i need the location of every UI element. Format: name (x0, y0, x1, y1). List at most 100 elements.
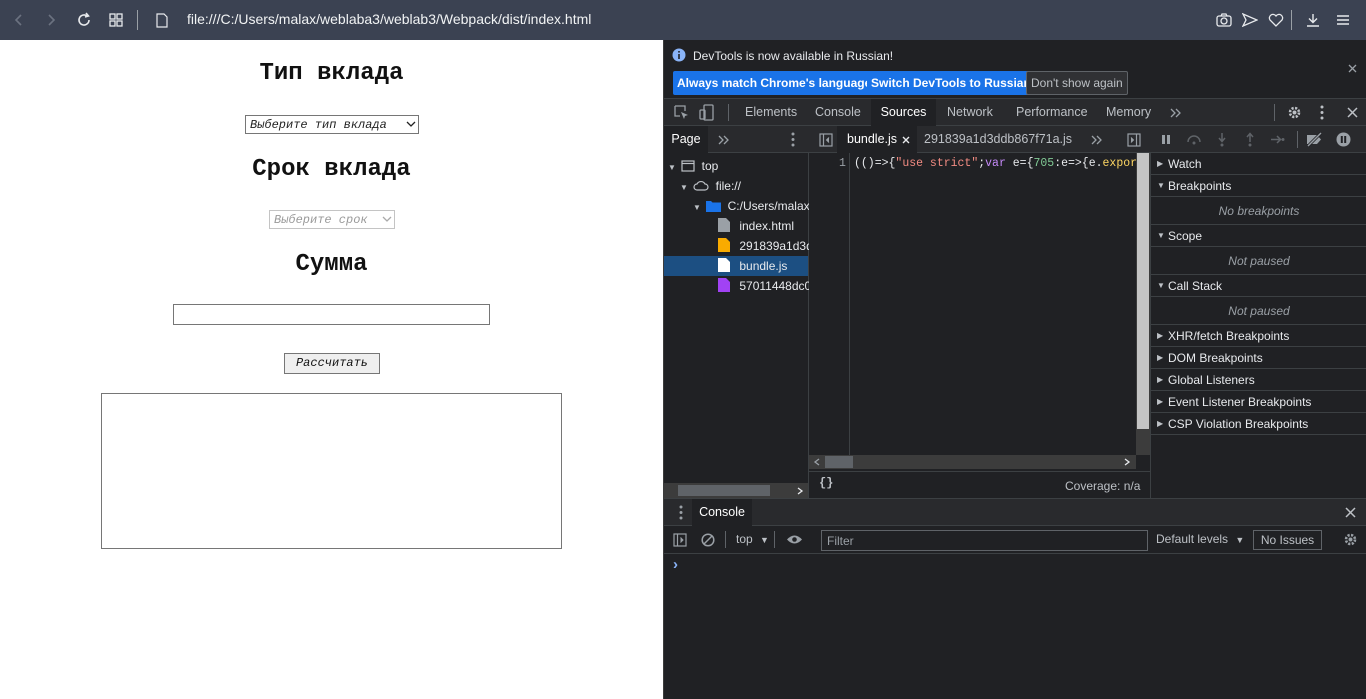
tree-item-bundle-js[interactable]: bundle.js (664, 256, 808, 276)
deposit-type-select-value: Выберите тип вклада (250, 118, 387, 132)
editor-tab-chunk-js[interactable]: 291839a1d3ddb867f71a.js (924, 132, 1072, 146)
tabs-grid-icon[interactable] (106, 10, 126, 30)
pretty-print-button[interactable]: {} (819, 476, 833, 490)
code-line[interactable]: (()=>{"use strict";var e={705:e=>{e.expo… (854, 157, 1136, 170)
close-tab-icon[interactable] (902, 136, 910, 144)
deactivate-breakpoints-icon[interactable] (1306, 132, 1323, 147)
toggle-navigator-icon[interactable] (819, 133, 833, 147)
code-number: 705 (1033, 157, 1055, 170)
reload-icon[interactable] (74, 10, 94, 30)
section-scope[interactable]: ▼ Scope (1151, 225, 1366, 247)
coverage-status: Coverage: n/a (1065, 479, 1141, 493)
clear-console-icon[interactable] (701, 533, 715, 547)
more-navigator-tabs-icon[interactable] (718, 135, 730, 145)
tab-network[interactable]: Network (947, 99, 1003, 126)
console-toolbar: top ▼ Filter Default levels ▼ No Issues (664, 526, 1366, 554)
tree-item-file-origin[interactable]: ▼ file:// (680, 176, 741, 196)
tab-console[interactable]: Console (815, 99, 867, 126)
log-levels-dropdown[interactable]: Default levels ▼ (1156, 532, 1244, 546)
step-into-icon[interactable] (1217, 132, 1227, 147)
log-levels-value: Default levels (1156, 532, 1229, 546)
scrollbar-thumb[interactable] (1137, 153, 1149, 429)
script-file-icon (718, 238, 730, 252)
switch-russian-button[interactable]: Switch DevTools to Russian (867, 71, 1035, 95)
more-options-icon[interactable] (1320, 105, 1324, 120)
close-drawer-icon[interactable] (1345, 507, 1356, 518)
section-dom-breakpoints[interactable]: ▶ DOM Breakpoints (1151, 347, 1366, 369)
scrollbar-thumb[interactable] (678, 485, 770, 496)
tab-performance[interactable]: Performance (1016, 99, 1094, 126)
section-label: Breakpoints (1168, 179, 1232, 193)
more-editor-tabs-icon[interactable] (1091, 135, 1103, 145)
drawer-menu-icon[interactable] (679, 505, 683, 520)
scroll-right-icon[interactable] (1124, 458, 1131, 466)
section-breakpoints[interactable]: ▼ Breakpoints (1151, 175, 1366, 197)
dont-show-again-button[interactable]: Don't show again (1026, 71, 1128, 95)
console-filter-input[interactable]: Filter (821, 530, 1148, 551)
calculate-button[interactable]: Рассчитать (284, 353, 380, 374)
editor-vertical-scrollbar[interactable] (1136, 153, 1150, 455)
page-file-icon (152, 10, 172, 30)
tab-sources[interactable]: Sources (871, 99, 936, 126)
close-devtools-icon[interactable] (1347, 107, 1358, 118)
toolbar-divider (1297, 131, 1298, 148)
section-watch[interactable]: ▶ Watch (1151, 153, 1366, 175)
tree-item-label: C:/Users/malax/ (727, 199, 813, 213)
amount-input[interactable] (173, 304, 490, 325)
console-settings-gear-icon[interactable] (1343, 532, 1358, 547)
section-event-listener-breakpoints[interactable]: ▶ Event Listener Breakpoints (1151, 391, 1366, 413)
section-call-stack[interactable]: ▼ Call Stack (1151, 275, 1366, 297)
dropdown-arrow-icon: ▼ (1235, 535, 1245, 545)
tree-item-top[interactable]: ▼ top (668, 156, 718, 176)
navigator-tab-page[interactable]: Page (664, 126, 708, 153)
tree-item-js-chunk[interactable]: 291839a1d3d (718, 236, 813, 256)
drawer-tab-console[interactable]: Console (692, 499, 752, 526)
editor-tab-bundle-js[interactable]: bundle.js (837, 126, 917, 153)
eye-icon[interactable] (786, 534, 803, 545)
navigator-horizontal-scrollbar[interactable] (664, 483, 808, 498)
camera-icon[interactable] (1214, 10, 1234, 30)
heart-icon[interactable] (1266, 10, 1286, 30)
address-bar[interactable]: file:///C:/Users/malax/weblaba3/weblab3/… (187, 11, 591, 27)
tree-item-css-chunk[interactable]: 57011448dc0 (718, 276, 811, 296)
scrollbar-thumb[interactable] (825, 456, 853, 468)
step-icon[interactable] (1270, 134, 1285, 145)
console-sidebar-icon[interactable] (673, 533, 687, 547)
term-select[interactable]: Выберите срок (269, 210, 395, 229)
forward-icon[interactable] (41, 10, 61, 30)
scroll-left-icon[interactable] (813, 458, 820, 466)
more-tabs-icon[interactable] (1170, 108, 1182, 118)
tree-item-folder[interactable]: ▼ C:/Users/malax/ (693, 196, 813, 216)
match-language-button[interactable]: Always match Chrome's language (673, 71, 876, 95)
tree-item-label: bundle.js (739, 259, 788, 273)
pause-icon[interactable] (1161, 134, 1171, 145)
close-icon[interactable] (1348, 64, 1357, 73)
dropdown-arrow-icon: ▼ (760, 535, 769, 545)
tab-memory[interactable]: Memory (1106, 99, 1158, 126)
issues-button[interactable]: No Issues (1253, 530, 1322, 550)
pause-on-exceptions-icon[interactable] (1336, 132, 1351, 147)
settings-gear-icon[interactable] (1287, 105, 1302, 120)
section-global-listeners[interactable]: ▶ Global Listeners (1151, 369, 1366, 391)
editor-horizontal-scrollbar[interactable] (809, 455, 1136, 469)
context-selector[interactable]: top ▼ (736, 532, 769, 546)
navigator-menu-icon[interactable] (791, 132, 795, 147)
tabbar-divider (1274, 104, 1275, 121)
step-out-icon[interactable] (1245, 132, 1255, 147)
toggle-debugger-icon[interactable] (1127, 133, 1141, 147)
tab-elements[interactable]: Elements (745, 99, 805, 126)
scroll-right-icon[interactable] (797, 487, 804, 495)
tree-item-index-html[interactable]: index.html (718, 216, 794, 236)
menu-icon[interactable] (1333, 10, 1353, 30)
console-prompt[interactable]: › (673, 556, 678, 573)
download-icon[interactable] (1303, 10, 1323, 30)
send-icon[interactable] (1240, 10, 1260, 30)
section-csp-violation-breakpoints[interactable]: ▶ CSP Violation Breakpoints (1151, 413, 1366, 435)
inspect-element-icon[interactable] (674, 105, 689, 120)
back-icon[interactable] (9, 10, 29, 30)
section-xhr-breakpoints[interactable]: ▶ XHR/fetch Breakpoints (1151, 325, 1366, 347)
deposit-type-select[interactable]: Выберите тип вклада (245, 115, 419, 134)
device-toolbar-icon[interactable] (699, 104, 714, 121)
result-textarea[interactable] (101, 393, 562, 549)
step-over-icon[interactable] (1186, 134, 1202, 145)
